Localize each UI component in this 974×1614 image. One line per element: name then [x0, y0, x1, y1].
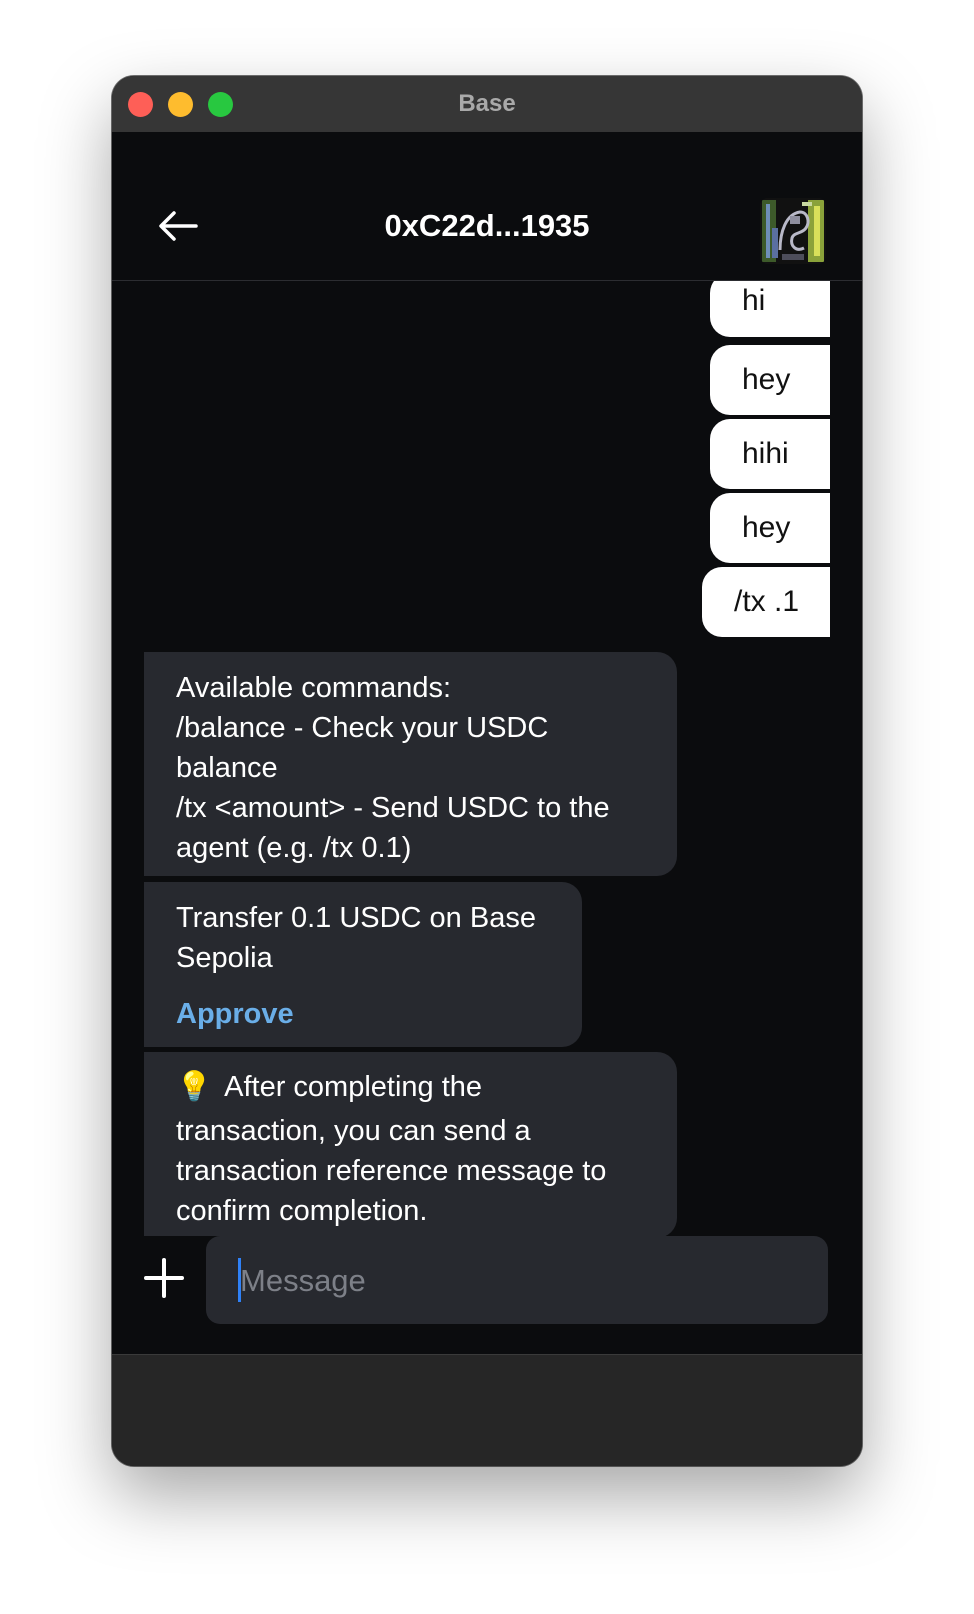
message-line: Sepolia: [176, 942, 273, 974]
message-line-text: After completing the: [224, 1071, 483, 1103]
message-line: Transfer 0.1 USDC on Base: [176, 902, 536, 934]
outgoing-message: hihi: [710, 419, 830, 489]
message-line: transaction reference message to: [176, 1155, 607, 1187]
message-line: /balance - Check your USDC: [176, 712, 549, 744]
title-bar: Base: [112, 76, 862, 133]
commands-message: Available commands: /balance - Check you…: [144, 652, 677, 876]
light-bulb-icon: 💡: [176, 1069, 213, 1103]
message-line: agent (e.g. /tx 0.1): [176, 832, 412, 864]
chat-header: 0xC22d...1935: [112, 132, 862, 281]
contact-avatar[interactable]: [760, 198, 826, 264]
tip-message: 💡 After completing the transaction, you c…: [144, 1052, 677, 1238]
transfer-message: Transfer 0.1 USDC on Base Sepolia Approv…: [144, 882, 582, 1047]
plus-icon: [144, 1258, 184, 1298]
window-title: Base: [458, 90, 516, 117]
message-line: /tx <amount> - Send USDC to the: [176, 792, 610, 824]
message-line: balance: [176, 752, 278, 784]
message-list[interactable]: hi hey hihi hey /tx .1 Available command…: [112, 281, 862, 1366]
message-line: 💡 After completing the: [176, 1066, 645, 1107]
outgoing-message: hey: [710, 345, 830, 415]
message-line: confirm completion.: [176, 1195, 428, 1227]
approve-link[interactable]: Approve: [176, 994, 550, 1034]
outgoing-message: hi: [710, 281, 830, 337]
app-window: Base 0xC22d...1935 hi hey hihi hey /tx .…: [112, 76, 862, 1466]
bottom-bar: [112, 1354, 862, 1466]
message-line: Available commands:: [176, 672, 452, 704]
message-input[interactable]: [238, 1236, 802, 1326]
message-line: transaction, you can send a: [176, 1115, 531, 1147]
add-attachment-button[interactable]: [142, 1256, 186, 1300]
outgoing-message: /tx .1: [702, 567, 830, 637]
message-input-container[interactable]: [206, 1236, 828, 1326]
pixel-avatar-icon: [760, 198, 826, 264]
message-composer: [112, 1236, 862, 1350]
chat-title: 0xC22d...1935: [384, 208, 590, 243]
outgoing-message: hey: [710, 493, 830, 563]
text-caret: [238, 1258, 241, 1302]
